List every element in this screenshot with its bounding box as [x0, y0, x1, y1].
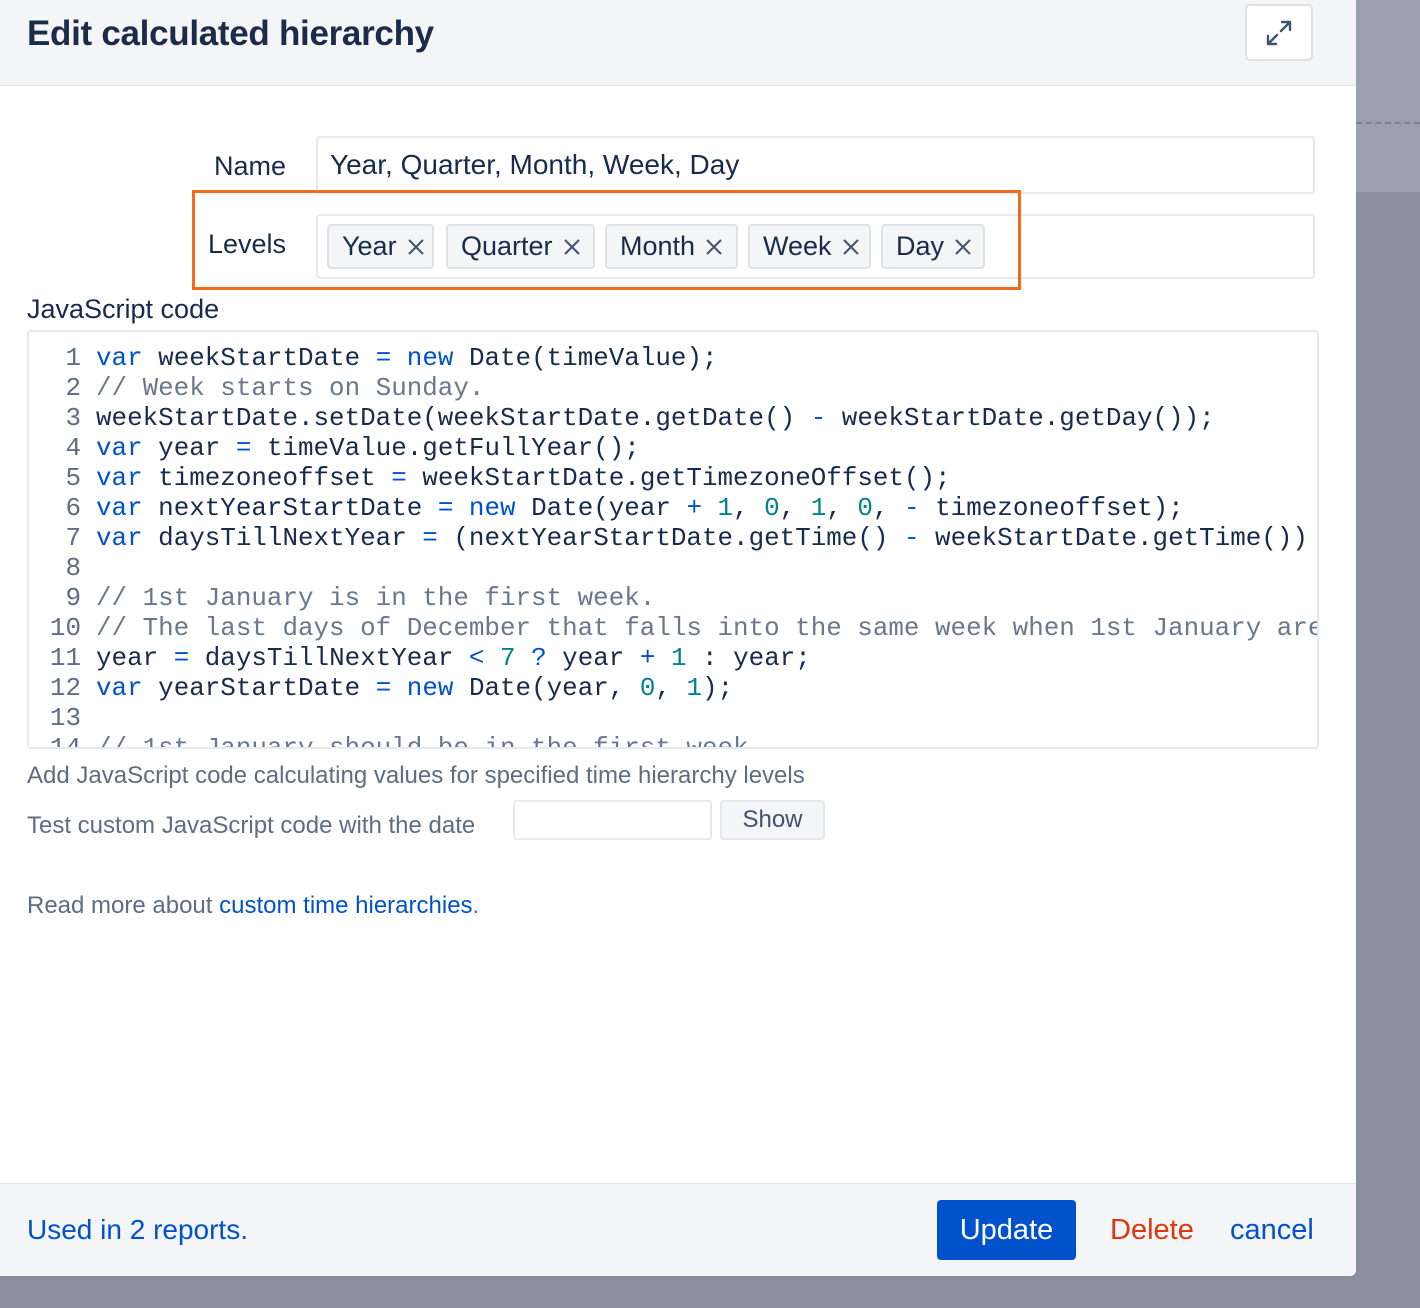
code-line: 10 // The last days of December that fall… — [29, 613, 1317, 643]
name-label: Name — [213, 151, 286, 181]
line-number: 4 — [65, 433, 81, 463]
code-line: 9 // 1st January is in the first week. — [29, 583, 655, 613]
code-line: 4 var year = timeValue.getFullYear(); — [29, 433, 639, 463]
line-number: 7 — [65, 523, 81, 553]
background-divider — [1356, 122, 1420, 124]
line-number: 1 — [65, 343, 81, 373]
background-panel — [1356, 0, 1420, 192]
code-text: // 1st January should be in the first we… — [96, 733, 749, 749]
code-line: 11 year = daysTillNextYear < 7 ? year + 1… — [29, 643, 811, 673]
test-date-label: Test custom JavaScript code with the dat… — [27, 812, 476, 839]
code-text: var nextYearStartDate = new Date(year + … — [96, 493, 1184, 523]
expand-button[interactable] — [1245, 4, 1313, 61]
edit-hierarchy-dialog: Edit calculated hierarchy Name Levels Ye… — [0, 0, 1356, 1276]
line-number: 13 — [49, 703, 81, 733]
line-number: 9 — [65, 583, 81, 613]
update-button[interactable]: Update — [937, 1200, 1076, 1260]
code-line: 7 var daysTillNextYear = (nextYearStartDa… — [29, 523, 1307, 553]
line-number: 8 — [65, 553, 81, 583]
name-input[interactable] — [316, 136, 1315, 194]
javascript-code-label: JavaScript code — [27, 294, 220, 324]
code-text: // 1st January is in the first week. — [96, 583, 656, 613]
code-line: 12 var yearStartDate = new Date(year, 0, … — [29, 673, 733, 703]
code-line: 6 var nextYearStartDate = new Date(year +… — [29, 493, 1183, 523]
code-hint: Add JavaScript code calculating values f… — [27, 762, 805, 789]
code-editor[interactable]: 1 var weekStartDate = new Date(timeValue)… — [27, 330, 1319, 749]
code-text: var yearStartDate = new Date(year, 0, 1)… — [96, 673, 734, 703]
code-text: // The last days of December that falls … — [96, 613, 1319, 643]
code-line: 2 // Week starts on Sunday. — [29, 373, 484, 403]
code-text: var daysTillNextYear = (nextYearStartDat… — [96, 523, 1308, 553]
used-in-reports-link[interactable]: Used in 2 reports. — [27, 1214, 248, 1246]
code-line: 5 var timezoneoffset = weekStartDate.getT… — [29, 463, 950, 493]
line-number: 6 — [65, 493, 81, 523]
levels-highlight-box — [192, 190, 1021, 290]
code-line: 13 — [29, 703, 81, 733]
read-more-prefix: Read more about — [27, 892, 220, 919]
read-more-suffix: . — [472, 892, 480, 919]
expand-icon — [1266, 20, 1292, 45]
test-date-input[interactable] — [513, 800, 712, 840]
code-line: 14 // 1st January should be in the first … — [29, 733, 749, 749]
code-text: var year = timeValue.getFullYear(); — [96, 433, 640, 463]
show-button[interactable]: Show — [720, 800, 825, 840]
cancel-link[interactable]: cancel — [1230, 1214, 1314, 1247]
code-line: 3 weekStartDate.setDate(weekStartDate.get… — [29, 403, 1214, 433]
code-text: year = daysTillNextYear < 7 ? year + 1 :… — [96, 643, 811, 673]
line-number: 5 — [65, 463, 81, 493]
dialog-header: Edit calculated hierarchy — [0, 0, 1356, 86]
code-line: 8 — [29, 553, 81, 583]
line-number: 12 — [49, 673, 81, 703]
line-number: 10 — [49, 613, 81, 643]
code-line: 1 var weekStartDate = new Date(timeValue)… — [29, 343, 717, 373]
dialog-title: Edit calculated hierarchy — [27, 14, 434, 53]
line-number: 3 — [65, 403, 81, 433]
code-text: // Week starts on Sunday. — [96, 373, 485, 403]
read-more-text: Read more about custom time hierarchies. — [27, 892, 479, 920]
line-number: 11 — [49, 643, 81, 673]
custom-time-hierarchies-link[interactable]: custom time hierarchies — [219, 892, 472, 919]
delete-link[interactable]: Delete — [1110, 1214, 1194, 1247]
code-text: var weekStartDate = new Date(timeValue); — [96, 343, 718, 373]
line-number: 2 — [65, 373, 81, 403]
code-text: weekStartDate.setDate(weekStartDate.getD… — [96, 403, 1215, 433]
code-text: var timezoneoffset = weekStartDate.getTi… — [96, 463, 951, 493]
line-number: 14 — [49, 733, 81, 749]
